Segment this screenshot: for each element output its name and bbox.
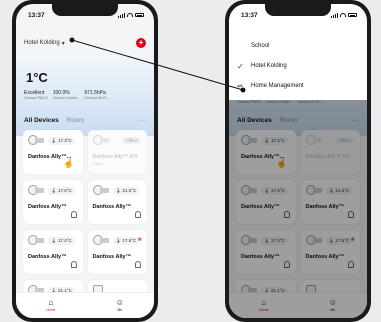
home-selector[interactable]: Hotel Kolding ▾ bbox=[24, 40, 65, 47]
stat-label: Outdoor PM2.5 bbox=[24, 96, 48, 100]
screenshot-stage: 13:37 Hotel Kolding ▾ + 1°C Excellent Ou… bbox=[0, 0, 381, 322]
bell-icon bbox=[70, 261, 77, 268]
status-time: 13:37 bbox=[241, 11, 258, 19]
device-card[interactable]: Offline Danfoss Ally™ RS Offline bbox=[87, 130, 147, 174]
status-icons bbox=[331, 12, 357, 18]
app-screen-home-switcher: 13:37 School ✓ Hotel Kolding ⇌ Home Mana… bbox=[229, 4, 367, 318]
device-name: Danfoss Ally™ bbox=[28, 204, 67, 210]
tab-all-devices[interactable]: All Devices bbox=[24, 117, 59, 124]
device-temperature: 🌡 17.3°C bbox=[48, 137, 75, 145]
settings-sliders-icon: ⇌ bbox=[237, 83, 243, 90]
menu-item-hotel-kolding[interactable]: ✓ Hotel Kolding bbox=[229, 56, 367, 76]
device-temperature: 🌡 17.6°C bbox=[112, 237, 140, 245]
status-icons bbox=[118, 12, 144, 18]
device-card[interactable]: 🌡 17.6°C ✻ Danfoss Ally™ bbox=[87, 230, 147, 274]
device-name: Danfoss Ally™ RS bbox=[92, 154, 138, 160]
profile-icon: ☺ bbox=[115, 298, 124, 307]
device-tabs: All Devices Room ··· bbox=[24, 117, 146, 124]
phone-left: 13:37 Hotel Kolding ▾ + 1°C Excellent Ou… bbox=[12, 0, 158, 322]
checkmark-icon: ✓ bbox=[237, 61, 244, 71]
signal-icon bbox=[331, 12, 338, 18]
device-grid: 🌡 17.3°C Danfoss Ally™... ☝ Offline Danf… bbox=[23, 130, 147, 302]
wifi-icon bbox=[127, 13, 133, 17]
app-screen-home: 13:37 Hotel Kolding ▾ + 1°C Excellent Ou… bbox=[16, 4, 154, 318]
heating-alert-icon: ✻ bbox=[137, 237, 142, 243]
add-device-button[interactable]: + bbox=[136, 38, 146, 48]
tap-hand-icon: ☝ bbox=[63, 158, 75, 168]
nav-label: Home bbox=[46, 308, 56, 312]
device-name: Danfoss Ally™ bbox=[92, 204, 132, 210]
thermostat-icon bbox=[92, 134, 109, 146]
notch bbox=[52, 4, 118, 16]
bell-icon bbox=[135, 211, 141, 218]
chevron-down-icon: ▾ bbox=[61, 40, 65, 47]
device-card[interactable]: 🌡 17.6°C Danfoss Ally™ bbox=[23, 180, 83, 224]
menu-item-home-management[interactable]: ⇌ Home Management bbox=[229, 76, 367, 96]
menu-item-label: Home Management bbox=[251, 83, 304, 89]
device-status: Offline bbox=[92, 162, 103, 166]
device-temperature: 🌡 21.0°C bbox=[112, 187, 140, 195]
device-name: Danfoss Ally™ bbox=[92, 254, 132, 260]
battery-icon bbox=[135, 12, 144, 18]
stat-label: Outdoor Humid... bbox=[52, 96, 80, 100]
more-options-icon[interactable]: ··· bbox=[139, 118, 147, 124]
bell-icon bbox=[70, 211, 77, 218]
bottom-navigation: ⌂ Home ☺ Me bbox=[16, 292, 154, 318]
tab-room[interactable]: Room bbox=[67, 117, 84, 124]
phone-right: 13:37 School ✓ Hotel Kolding ⇌ Home Mana… bbox=[225, 0, 371, 322]
nav-me[interactable]: ☺ Me bbox=[115, 298, 124, 313]
outdoor-temperature: 1°C bbox=[26, 70, 48, 85]
battery-icon bbox=[348, 12, 357, 18]
device-card[interactable]: 🌡 21.0°C Danfoss Ally™ bbox=[87, 180, 147, 224]
device-card[interactable]: 🌡 17.3°C Danfoss Ally™... ☝ bbox=[23, 130, 83, 174]
thermostat-icon bbox=[92, 234, 109, 246]
notch bbox=[265, 4, 331, 16]
device-temperature: 🌡 17.4°C bbox=[48, 237, 75, 245]
status-time: 13:37 bbox=[28, 11, 45, 19]
weather-stat-pm25: Excellent Outdoor PM2.5 bbox=[24, 90, 48, 100]
modal-dim-overlay[interactable] bbox=[229, 100, 367, 318]
home-icon: ⌂ bbox=[48, 298, 54, 307]
thermostat-icon bbox=[28, 184, 44, 196]
device-temperature: 🌡 17.6°C bbox=[48, 187, 75, 195]
signal-icon bbox=[118, 12, 125, 18]
stat-label: Outdoor Air Pr... bbox=[84, 96, 110, 100]
thermostat-icon bbox=[92, 184, 109, 196]
device-card[interactable]: 🌡 17.4°C Danfoss Ally™ bbox=[23, 230, 83, 274]
bell-icon bbox=[135, 261, 141, 268]
weather-stats: Excellent Outdoor PM2.5 100.0% Outdoor H… bbox=[24, 90, 109, 100]
wifi-icon bbox=[340, 13, 346, 17]
home-name-label: Hotel Kolding bbox=[24, 40, 60, 46]
weather-stat-pressure: 971.5hPa Outdoor Air Pr... bbox=[84, 90, 109, 100]
menu-item-label: Hotel Kolding bbox=[251, 63, 287, 69]
nav-home[interactable]: ⌂ Home bbox=[46, 298, 56, 313]
menu-item-school[interactable]: School bbox=[229, 36, 367, 56]
weather-stat-humidity: 100.0% Outdoor Humid... bbox=[53, 90, 80, 100]
device-name: Danfoss Ally™ bbox=[28, 254, 67, 260]
thermostat-icon bbox=[28, 134, 44, 146]
nav-label: Me bbox=[117, 308, 123, 312]
home-header: Hotel Kolding ▾ + bbox=[24, 38, 146, 48]
thermostat-icon bbox=[28, 234, 44, 246]
menu-item-label: School bbox=[251, 43, 270, 49]
offline-badge: Offline bbox=[122, 137, 141, 144]
